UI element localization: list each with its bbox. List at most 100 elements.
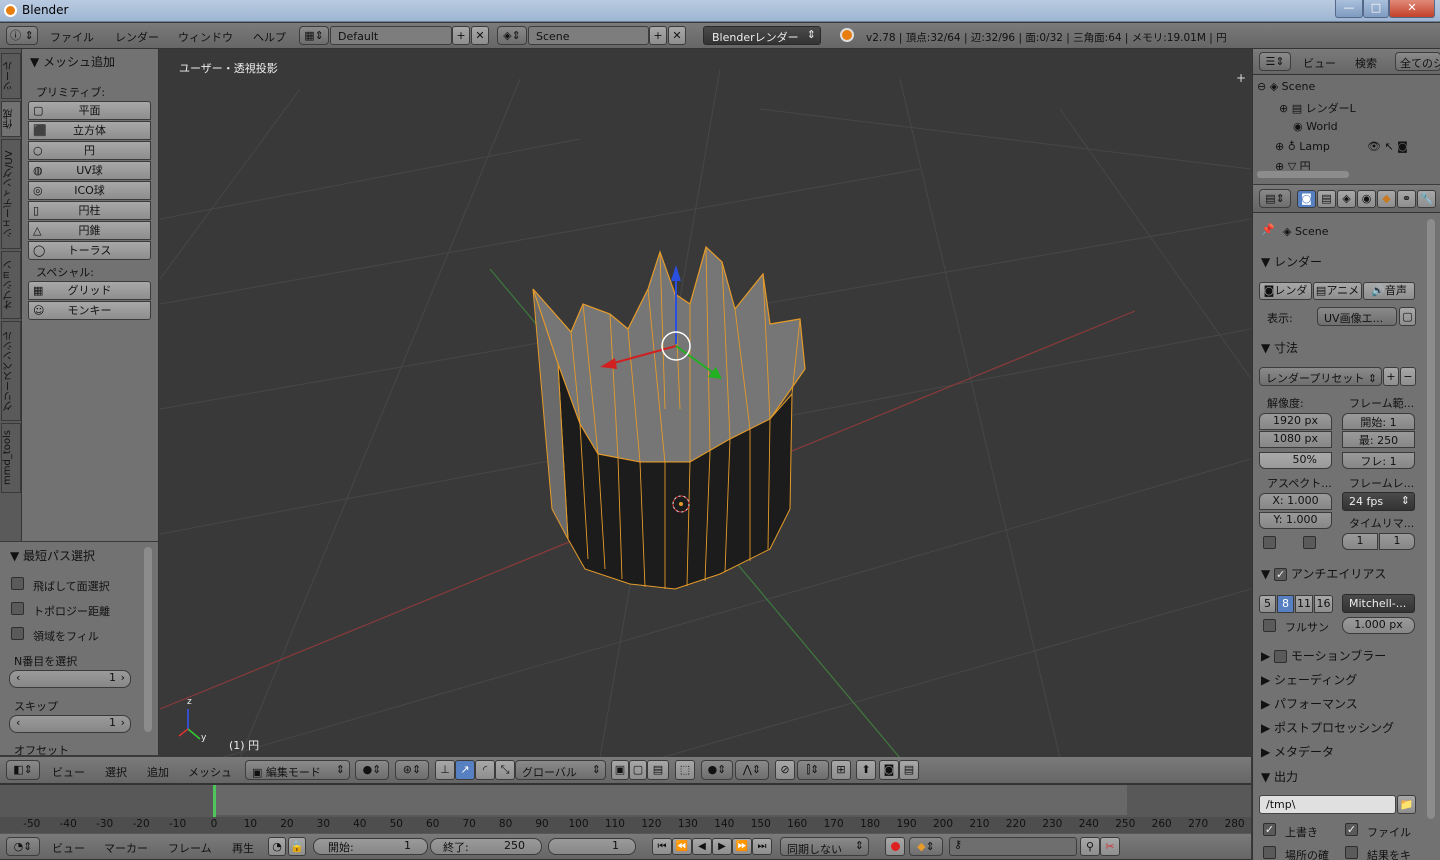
- antialiasing-section-header[interactable]: ▼ ✓ アンチエイリアス: [1261, 565, 1386, 582]
- editor-type-properties-button[interactable]: ▤⇕: [1259, 189, 1291, 208]
- layer-button-1[interactable]: ▣: [611, 760, 629, 780]
- timeline-current-frame[interactable]: [213, 785, 216, 817]
- render-audio-props-button[interactable]: 🔊音声: [1363, 282, 1415, 300]
- play-reverse-button[interactable]: ◀: [692, 838, 712, 855]
- constraints-context-tab[interactable]: ⚭: [1397, 190, 1416, 208]
- menu-help[interactable]: ヘルプ: [253, 29, 286, 45]
- output-path-field[interactable]: /tmp\: [1259, 795, 1396, 814]
- filter-size-field[interactable]: 1.000 px: [1342, 617, 1415, 634]
- layers-context-tab[interactable]: ▤: [1317, 190, 1336, 208]
- cache-result-checkbox[interactable]: [1345, 846, 1358, 859]
- file-extensions-checkbox[interactable]: ✓: [1345, 823, 1358, 836]
- time-remap-old-field[interactable]: 1: [1342, 533, 1378, 550]
- snap-target-button[interactable]: ⊞: [831, 760, 851, 780]
- render-still-props-button[interactable]: ◙レンダ: [1259, 282, 1312, 300]
- resolution-y-field[interactable]: 1080 px: [1259, 431, 1332, 448]
- dimensions-section-header[interactable]: ▼ 寸法: [1261, 339, 1298, 356]
- sync-dropdown[interactable]: 同期しない ⇕: [780, 837, 869, 856]
- layout-selector-button[interactable]: ▦⇕: [299, 26, 329, 45]
- pivot-dropdown[interactable]: ⊛⇕: [395, 760, 429, 780]
- timeline-menu-frame[interactable]: フレーム: [168, 840, 212, 856]
- motion-blur-checkbox[interactable]: [1274, 650, 1288, 663]
- menu-mesh[interactable]: メッシュ: [188, 764, 232, 780]
- render-preset-dropdown[interactable]: レンダープリセット ⇕: [1259, 367, 1382, 386]
- nth-select-field[interactable]: ‹ 1 ›: [9, 670, 131, 688]
- add-cube-button[interactable]: ⬛ 立方体: [28, 121, 151, 140]
- outliner-menu-view[interactable]: ビュー: [1303, 55, 1336, 71]
- add-scene-button[interactable]: +: [649, 26, 667, 45]
- minimize-button[interactable]: —: [1335, 0, 1363, 18]
- scene-context-tab[interactable]: ◈: [1337, 190, 1356, 208]
- remove-preset-button[interactable]: −: [1400, 367, 1416, 386]
- aspect-x-field[interactable]: X: 1.000: [1259, 493, 1332, 510]
- outliner-item-lamp[interactable]: ⊕ ♁ Lamp 👁 ↖ ◙: [1275, 140, 1408, 153]
- aa-samples-8[interactable]: 8: [1277, 595, 1294, 613]
- tab-create[interactable]: 作成: [1, 101, 21, 137]
- current-frame-field[interactable]: 1: [548, 838, 636, 855]
- start-frame-field[interactable]: 開始: 1: [313, 838, 428, 855]
- outliner-item-world[interactable]: ◉ World: [1293, 120, 1338, 133]
- overwrite-checkbox[interactable]: ✓: [1263, 823, 1276, 836]
- jump-end-button[interactable]: ⏭: [752, 838, 772, 855]
- layer-button-2[interactable]: ▢: [629, 760, 647, 780]
- add-grid-button[interactable]: ▦ グリッド: [28, 281, 151, 300]
- shading-dropdown[interactable]: ●⇕: [355, 760, 389, 780]
- outliner-item-circle[interactable]: ⊕ ▽ 円: [1275, 158, 1311, 170]
- add-cylinder-button[interactable]: ▯ 円柱: [28, 201, 151, 220]
- modifiers-context-tab[interactable]: 🔧: [1417, 190, 1436, 208]
- operator-panel-scrollbar[interactable]: [144, 547, 152, 732]
- outliner-display-dropdown[interactable]: 全てのシ: [1395, 52, 1440, 71]
- aspect-y-field[interactable]: Y: 1.000: [1259, 512, 1332, 529]
- editor-type-outliner-button[interactable]: ☰⇕: [1259, 52, 1291, 71]
- postprocessing-section-header[interactable]: ▶ ポストプロセッシング: [1261, 719, 1394, 736]
- render-section-header[interactable]: ▼ レンダー: [1261, 253, 1322, 270]
- add-mesh-header[interactable]: ▼ メッシュ追加: [30, 53, 115, 70]
- output-section-header[interactable]: ▼ 出力: [1261, 768, 1298, 785]
- render-anim-props-button[interactable]: ▤アニメ: [1313, 282, 1362, 300]
- 3d-viewport[interactable]: ユーザー・透視投影 z y (1) 円 +: [160, 49, 1251, 758]
- end-frame-field[interactable]: 終了: 250: [430, 838, 542, 855]
- layout-name-field[interactable]: Default: [330, 26, 452, 45]
- add-uvsphere-button[interactable]: ◍ UV球: [28, 161, 151, 180]
- mode-dropdown[interactable]: ▣ 編集モード ⇕: [245, 760, 350, 780]
- time-remap-new-field[interactable]: 1: [1379, 533, 1415, 550]
- remove-scene-button[interactable]: ✕: [668, 26, 686, 45]
- fill-region-checkbox[interactable]: [11, 627, 24, 640]
- menu-add[interactable]: 追加: [147, 764, 169, 780]
- remove-layout-button[interactable]: ✕: [471, 26, 489, 45]
- add-monkey-button[interactable]: ☺ モンキー: [28, 301, 151, 320]
- menu-window[interactable]: ウィンドウ: [178, 29, 233, 45]
- menu-render[interactable]: レンダー: [115, 29, 159, 45]
- tab-mmd-tools[interactable]: mmd_tools: [1, 423, 21, 493]
- full-sample-checkbox[interactable]: [1263, 619, 1276, 632]
- add-preset-button[interactable]: +: [1383, 367, 1399, 386]
- add-plane-button[interactable]: ▢ 平面: [28, 101, 151, 120]
- layer-button-3[interactable]: ▤: [647, 760, 669, 780]
- editor-type-3d-button[interactable]: ◧⇕: [6, 760, 40, 780]
- jump-keyframe-back-button[interactable]: ⏪: [672, 838, 692, 855]
- resolution-x-field[interactable]: 1920 px: [1259, 413, 1332, 430]
- outliner-item-scene[interactable]: ⊖ ◈ Scene: [1257, 80, 1315, 93]
- editor-type-info-button[interactable]: ⓘ ⇕: [6, 26, 38, 45]
- render-still-button[interactable]: ◙: [879, 760, 899, 780]
- jump-start-button[interactable]: ⏮: [652, 838, 672, 855]
- frame-start-field[interactable]: 開始: 1: [1342, 413, 1415, 430]
- display-dropdown[interactable]: UV画像エ...: [1317, 307, 1397, 326]
- outliner-scrollbar[interactable]: [1257, 171, 1349, 178]
- render-context-tab[interactable]: ◙: [1297, 190, 1316, 208]
- output-path-browse-button[interactable]: 📁: [1397, 795, 1416, 814]
- frame-step-field[interactable]: フレ: 1: [1342, 452, 1415, 469]
- translate-manipulator[interactable]: ↗: [455, 760, 475, 780]
- metadata-section-header[interactable]: ▶ メタデータ: [1261, 743, 1334, 760]
- border-checkbox[interactable]: [1263, 536, 1276, 549]
- delete-keyframe-button[interactable]: ✂: [1100, 837, 1120, 856]
- placeholders-checkbox[interactable]: [1263, 846, 1276, 859]
- motion-blur-section-header[interactable]: ▶ モーションブラー: [1261, 647, 1386, 664]
- fps-dropdown[interactable]: 24 fps ⇕: [1342, 492, 1415, 511]
- record-button[interactable]: [885, 837, 905, 856]
- close-button[interactable]: ✕: [1389, 0, 1435, 18]
- menu-file[interactable]: ファイル: [50, 29, 94, 45]
- aa-samples-16[interactable]: 16: [1314, 595, 1333, 613]
- lock-range-button[interactable]: 🔒: [288, 837, 306, 856]
- menu-select[interactable]: 選択: [105, 764, 127, 780]
